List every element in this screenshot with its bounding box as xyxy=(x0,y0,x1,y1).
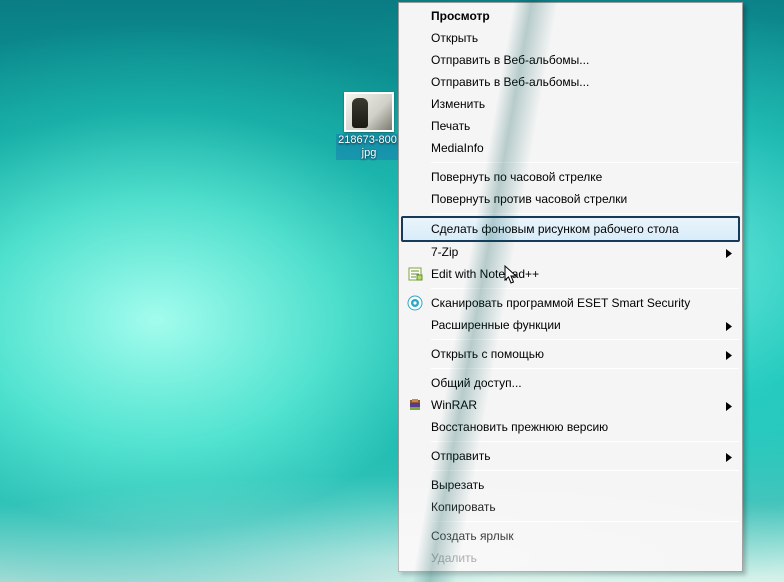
menu-item-send-web-2[interactable]: Отправить в Веб-альбомы... xyxy=(401,71,740,93)
eset-icon xyxy=(406,294,424,312)
menu-label: Восстановить прежнюю версию xyxy=(431,420,608,434)
menu-item-winrar[interactable]: WinRAR xyxy=(401,394,740,416)
menu-label: Сделать фоновым рисунком рабочего стола xyxy=(431,222,679,236)
submenu-arrow-icon xyxy=(726,400,732,414)
submenu-arrow-icon xyxy=(726,320,732,334)
menu-item-copy[interactable]: Копировать xyxy=(401,496,740,518)
menu-label: Копировать xyxy=(431,500,496,514)
menu-label: Просмотр xyxy=(431,9,490,23)
menu-separator xyxy=(431,213,739,214)
menu-label: Отправить xyxy=(431,449,491,463)
menu-item-send-web-1[interactable]: Отправить в Веб-альбомы... xyxy=(401,49,740,71)
notepadpp-icon xyxy=(406,265,424,283)
menu-separator xyxy=(431,339,739,340)
menu-item-edit-notepadpp[interactable]: Edit with Notepad++ xyxy=(401,263,740,285)
menu-label: Вырезать xyxy=(431,478,484,492)
menu-item-restore-previous[interactable]: Восстановить прежнюю версию xyxy=(401,416,740,438)
menu-label: Сканировать программой ESET Smart Securi… xyxy=(431,296,690,310)
menu-item-set-wallpaper[interactable]: Сделать фоновым рисунком рабочего стола xyxy=(401,216,740,242)
menu-item-cut[interactable]: Вырезать xyxy=(401,474,740,496)
menu-label: Печать xyxy=(431,119,470,133)
menu-label: WinRAR xyxy=(431,398,477,412)
menu-label: MediaInfo xyxy=(431,141,484,155)
desktop-file-icon[interactable]: 218673-800.jpg xyxy=(336,92,402,160)
menu-item-eset-scan[interactable]: Сканировать программой ESET Smart Securi… xyxy=(401,292,740,314)
menu-item-eset-advanced[interactable]: Расширенные функции xyxy=(401,314,740,336)
menu-label: Edit with Notepad++ xyxy=(431,267,539,281)
submenu-arrow-icon xyxy=(726,247,732,261)
submenu-arrow-icon xyxy=(726,451,732,465)
context-menu: Просмотр Открыть Отправить в Веб-альбомы… xyxy=(398,2,743,572)
menu-item-open[interactable]: Открыть xyxy=(401,27,740,49)
menu-label: Удалить xyxy=(431,551,477,565)
menu-separator xyxy=(431,470,739,471)
menu-item-print[interactable]: Печать xyxy=(401,115,740,137)
menu-label: Общий доступ... xyxy=(431,376,522,390)
winrar-icon xyxy=(406,396,424,414)
menu-item-rotate-ccw[interactable]: Повернуть против часовой стрелки xyxy=(401,188,740,210)
menu-item-sharing[interactable]: Общий доступ... xyxy=(401,372,740,394)
desktop-background[interactable]: 218673-800.jpg Просмотр Открыть Отправит… xyxy=(0,0,784,582)
menu-label: Изменить xyxy=(431,97,485,111)
submenu-arrow-icon xyxy=(726,349,732,363)
file-thumbnail xyxy=(344,92,394,132)
menu-label: Открыть с помощью xyxy=(431,347,544,361)
menu-item-mediainfo[interactable]: MediaInfo xyxy=(401,137,740,159)
menu-label: Повернуть против часовой стрелки xyxy=(431,192,627,206)
menu-separator xyxy=(431,368,739,369)
menu-item-create-shortcut[interactable]: Создать ярлык xyxy=(401,525,740,547)
menu-separator xyxy=(431,162,739,163)
menu-item-delete[interactable]: Удалить xyxy=(401,547,740,569)
menu-item-send-to[interactable]: Отправить xyxy=(401,445,740,467)
menu-item-7zip[interactable]: 7-Zip xyxy=(401,241,740,263)
menu-label: Расширенные функции xyxy=(431,318,561,332)
menu-item-rotate-cw[interactable]: Повернуть по часовой стрелке xyxy=(401,166,740,188)
menu-label: Создать ярлык xyxy=(431,529,514,543)
file-label: 218673-800.jpg xyxy=(336,134,402,160)
menu-item-edit[interactable]: Изменить xyxy=(401,93,740,115)
menu-separator xyxy=(431,288,739,289)
menu-item-open-with[interactable]: Открыть с помощью xyxy=(401,343,740,365)
menu-label: 7-Zip xyxy=(431,245,458,259)
menu-label: Открыть xyxy=(431,31,478,45)
menu-label: Отправить в Веб-альбомы... xyxy=(431,75,589,89)
menu-label: Повернуть по часовой стрелке xyxy=(431,170,602,184)
menu-label: Отправить в Веб-альбомы... xyxy=(431,53,589,67)
menu-separator xyxy=(431,521,739,522)
menu-item-view[interactable]: Просмотр xyxy=(401,5,740,27)
menu-separator xyxy=(431,441,739,442)
